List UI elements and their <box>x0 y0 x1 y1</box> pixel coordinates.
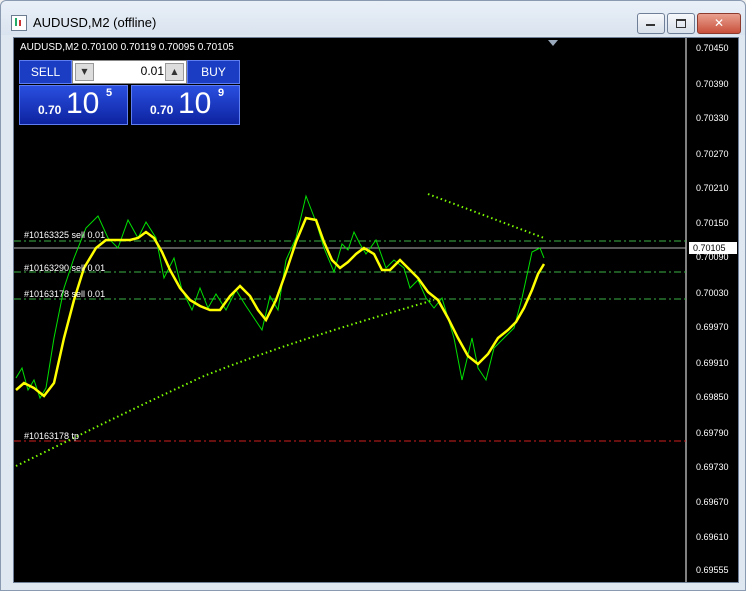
lot-increase-icon[interactable]: ▲ <box>165 63 184 81</box>
ask-price-big: 10 <box>178 87 212 120</box>
chart-app-icon <box>11 15 27 31</box>
maximize-button[interactable] <box>667 13 695 34</box>
one-click-trading-panel: SELL ▼ 0.01 ▲ BUY 0.70 10 5 0.70 10 9 <box>19 60 240 125</box>
axis-tick: 0.69910 <box>696 358 729 368</box>
ask-price-sup: 9 <box>218 87 225 99</box>
axis-tick: 0.69610 <box>696 532 729 542</box>
axis-tick: 0.70450 <box>696 43 729 53</box>
terminal-window: AUDUSD,M2 (offline) ✕ AUDUSD,M2 0.70100 … <box>0 0 746 591</box>
title-bar[interactable]: AUDUSD,M2 (offline) ✕ <box>1 1 745 35</box>
axis-tick: 0.69730 <box>696 462 729 472</box>
minimize-button[interactable] <box>637 13 665 34</box>
chart-shift-marker-icon[interactable] <box>548 40 558 46</box>
lot-size-value[interactable]: 0.01 <box>93 64 164 78</box>
bid-price-big: 10 <box>66 87 100 120</box>
close-icon: ✕ <box>713 16 725 30</box>
lot-size-field[interactable]: ▼ 0.01 ▲ <box>72 60 187 84</box>
axis-tick: 0.70150 <box>696 218 729 228</box>
axis-tick: 0.70030 <box>696 288 729 298</box>
axis-tick: 0.69970 <box>696 322 729 332</box>
order-label-1: #10163325 sell 0.01 <box>24 230 106 240</box>
bid-price-button[interactable]: 0.70 10 5 <box>19 85 128 125</box>
axis-tick: 0.69555 <box>696 565 729 575</box>
axis-tick: 0.70210 <box>696 183 729 193</box>
buy-button[interactable]: BUY <box>187 60 240 84</box>
bid-price-prefix: 0.70 <box>38 103 62 117</box>
current-price-tag: 0.70105 <box>689 242 737 254</box>
close-button[interactable]: ✕ <box>697 13 741 34</box>
dotted-trend-line <box>427 193 545 239</box>
axis-tick: 0.69790 <box>696 428 729 438</box>
axis-tick: 0.69670 <box>696 497 729 507</box>
sell-button[interactable]: SELL <box>19 60 72 84</box>
tp-label: #10163178 tp <box>24 431 80 441</box>
axis-tick: 0.69850 <box>696 392 729 402</box>
chart-info: AUDUSD,M2 0.70100 0.70119 0.70095 0.7010… <box>20 42 234 53</box>
lot-decrease-icon[interactable]: ▼ <box>75 63 94 81</box>
axis-tick: 0.70270 <box>696 149 729 159</box>
axis-tick: 0.70330 <box>696 113 729 123</box>
order-label-2: #10163290 sell 0.01 <box>24 263 106 273</box>
ask-price-button[interactable]: 0.70 10 9 <box>131 85 240 125</box>
order-label-3: #10163178 sell 0.01 <box>24 289 106 299</box>
maximize-icon <box>676 19 686 28</box>
bid-price-sup: 5 <box>106 87 113 99</box>
price-chart[interactable]: AUDUSD,M2 0.70100 0.70119 0.70095 0.7010… <box>13 37 739 583</box>
ask-price-prefix: 0.70 <box>150 103 174 117</box>
window-title: AUDUSD,M2 (offline) <box>33 15 157 30</box>
minimize-icon <box>646 24 655 26</box>
axis-tick: 0.70390 <box>696 79 729 89</box>
